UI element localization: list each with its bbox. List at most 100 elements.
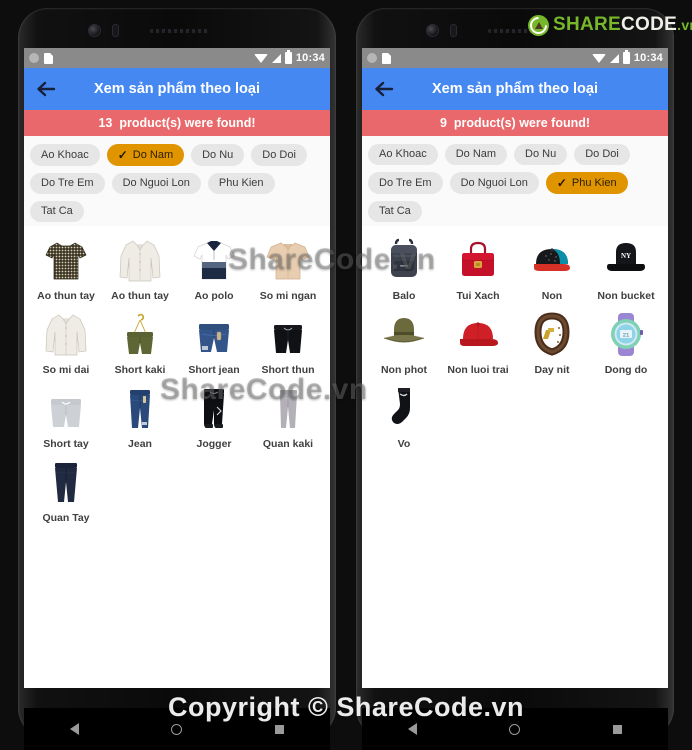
filter-chip-label: Do Doi <box>262 148 296 161</box>
logo-code-text: CODE <box>621 14 678 35</box>
nav-recents-icon[interactable] <box>274 724 284 734</box>
filter-chip-label: Do Nu <box>525 148 557 160</box>
result-banner: 9 product(s) were found! <box>362 110 668 136</box>
nav-home-icon[interactable] <box>509 723 521 735</box>
cap-red-icon <box>450 306 506 362</box>
category-filter-chips: Ao Khoac Do Nam Do Nu Do Doi Do Tre Em Do Ngu… <box>362 136 668 226</box>
logo-vn-text: .vn <box>677 17 692 33</box>
product-card[interactable]: Ao polo <box>178 232 250 302</box>
product-card[interactable]: Vo <box>368 380 440 450</box>
smartwatch-green-icon: 21 <box>598 306 654 362</box>
product-card[interactable]: Non phot <box>368 306 440 376</box>
product-name: Non <box>541 290 563 302</box>
filter-chip-phu-kien[interactable]: ✓ Phu Kien <box>545 172 628 194</box>
product-name: Short tay <box>43 438 89 450</box>
product-card[interactable]: Non luoi trai <box>442 306 514 376</box>
product-card[interactable]: 21 Dong do <box>590 306 662 376</box>
nav-recents-icon[interactable] <box>612 724 622 734</box>
product-card[interactable]: Short kaki <box>104 306 176 376</box>
product-card[interactable]: Jean <box>104 380 176 450</box>
product-card[interactable]: So mi ngan <box>252 232 324 302</box>
phone-screen-left: 10:34 Xem sản phẩm theo loại 13 product(… <box>24 48 330 688</box>
product-grid: Balo Tui Xach Non NY Non bucket Non phot Non l… <box>362 226 668 458</box>
filter-chip-do-nu[interactable]: Do Nu <box>514 144 568 165</box>
status-bar: 10:34 <box>24 48 330 68</box>
filter-chip-ao-khoac[interactable]: Ao Khoac <box>30 144 100 166</box>
bucket-hat-black-icon: NY <box>598 232 654 288</box>
product-card[interactable]: Non <box>516 232 588 302</box>
filter-chip-do-doi[interactable]: Do Doi <box>574 144 630 165</box>
nav-home-icon[interactable] <box>171 723 183 735</box>
shorts-olive-icon <box>112 306 168 362</box>
pants-grey-icon <box>260 380 316 436</box>
product-card[interactable]: NY Non bucket <box>590 232 662 302</box>
filter-chip-tat-ca[interactable]: Tat Ca <box>30 201 84 222</box>
filter-chip-do-nguoi-lon[interactable]: Do Nguoi Lon <box>111 173 201 194</box>
filter-chip-label: Tat Ca <box>379 205 411 217</box>
phone-top-hardware <box>0 20 346 42</box>
check-icon: ✓ <box>556 176 567 190</box>
filter-chip-phu-kien[interactable]: Phu Kien <box>207 173 275 194</box>
product-card[interactable]: So mi dai <box>30 306 102 376</box>
shorts-denim-icon <box>186 306 242 362</box>
sock-black-icon <box>376 380 432 436</box>
filter-chip-ao-khoac[interactable]: Ao Khoac <box>368 144 438 165</box>
filter-chip-do-nu[interactable]: Do Nu <box>191 144 245 166</box>
signal-icon <box>271 53 281 63</box>
filter-chip-do-tre-em[interactable]: Do Tre Em <box>30 173 105 194</box>
back-arrow-icon[interactable] <box>32 74 62 104</box>
snapback-cap-icon <box>524 232 580 288</box>
product-card[interactable]: Short jean <box>178 306 250 376</box>
result-count: 13 <box>98 116 113 130</box>
product-card[interactable]: Balo <box>368 232 440 302</box>
filter-chip-do-tre-em[interactable]: Do Tre Em <box>368 172 443 194</box>
polo-navy-icon <box>186 232 242 288</box>
filter-chip-label: Do Nguoi Lon <box>460 176 528 189</box>
filter-chip-do-nguoi-lon[interactable]: Do Nguoi Lon <box>449 172 539 194</box>
product-card[interactable]: Day nit <box>516 306 588 376</box>
sharecode-logo-icon <box>528 14 549 36</box>
product-name: Non phot <box>380 364 428 376</box>
product-name: Ao polo <box>194 290 234 302</box>
shirt-long-white-icon <box>112 232 168 288</box>
nav-back-icon[interactable] <box>408 723 418 735</box>
handbag-red-icon <box>450 232 506 288</box>
circle-icon <box>367 53 377 63</box>
filter-chip-do-doi[interactable]: Do Doi <box>251 144 307 166</box>
product-name: So mi ngan <box>259 290 317 302</box>
status-bar-left <box>29 52 53 64</box>
product-card[interactable]: Tui Xach <box>442 232 514 302</box>
product-name: Short jean <box>188 364 240 376</box>
circle-icon <box>29 53 39 63</box>
back-arrow-icon[interactable] <box>370 74 400 104</box>
shirt-long-white-icon <box>38 306 94 362</box>
sensor-slot-icon <box>450 24 457 37</box>
filter-chip-do-nam[interactable]: ✓ Do Nam <box>106 144 185 166</box>
jogger-black-icon <box>186 380 242 436</box>
product-card[interactable]: Jogger <box>178 380 250 450</box>
product-name: Quan kaki <box>262 438 314 450</box>
product-card[interactable]: Ao thun tay <box>104 232 176 302</box>
status-bar-clock: 10:34 <box>295 52 325 64</box>
filter-chip-label: Tat Ca <box>41 205 73 217</box>
sd-card-icon <box>382 52 391 64</box>
filter-chip-tat-ca[interactable]: Tat Ca <box>368 201 422 222</box>
product-name: Non bucket <box>597 290 655 302</box>
product-name: Short thun <box>261 364 315 376</box>
nav-back-icon[interactable] <box>70 723 80 735</box>
screenshot-stage: 10:34 Xem sản phẩm theo loại 13 product(… <box>0 0 692 750</box>
product-card[interactable]: Short thun <box>252 306 324 376</box>
wifi-icon <box>591 53 606 63</box>
sd-card-icon <box>44 52 53 64</box>
filter-chip-do-nam[interactable]: Do Nam <box>444 144 508 165</box>
product-name: Short kaki <box>114 364 166 376</box>
product-card[interactable]: Ao thun tay <box>30 232 102 302</box>
product-card[interactable]: Quan Tay <box>30 454 102 524</box>
product-card[interactable]: Short tay <box>30 380 102 450</box>
earpiece-speaker-icon <box>150 29 210 33</box>
result-text: product(s) were found! <box>453 116 591 130</box>
product-card[interactable]: Quan kaki <box>252 380 324 450</box>
battery-icon <box>284 50 292 64</box>
filter-chip-label: Phu Kien <box>218 177 264 189</box>
page-title: Xem sản phẩm theo loại <box>94 81 260 97</box>
